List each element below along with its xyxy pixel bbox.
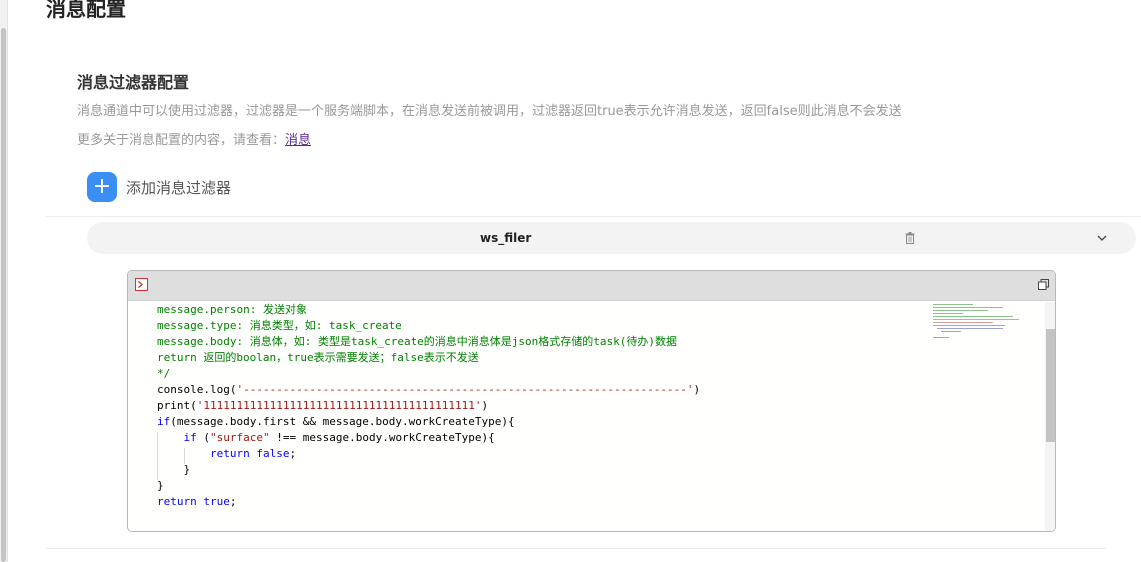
minimap-line bbox=[937, 328, 1003, 329]
editor-scrollbar[interactable] bbox=[1045, 302, 1055, 531]
message-doc-link[interactable]: 消息 bbox=[285, 133, 311, 148]
more-info-prefix: 更多关于消息配置的内容，请查看： bbox=[77, 133, 286, 148]
code-keyword: if bbox=[183, 431, 197, 444]
trash-icon[interactable] bbox=[905, 232, 915, 244]
code-line: print('111111111111111111111111111111111… bbox=[157, 398, 488, 414]
page-title: 消息配置 bbox=[46, 0, 126, 21]
page-scrollbar-thumb[interactable] bbox=[1, 28, 6, 562]
code-token: !== message.body.workCreateType){ bbox=[269, 431, 495, 444]
restore-window-icon[interactable] bbox=[1038, 279, 1049, 290]
code-token: ( bbox=[196, 431, 210, 444]
code-token: print( bbox=[157, 399, 197, 412]
minimap-line bbox=[933, 337, 949, 338]
code-line: if ("surface" !== message.body.workCreat… bbox=[157, 430, 495, 446]
script-editor[interactable]: message.person: 发送对象 message.type: 消息类型，… bbox=[127, 270, 1056, 532]
code-line: return 返回的boolan，true表示需要发送；false表示不发送 bbox=[157, 351, 479, 364]
filter-item-header[interactable]: ws_filer bbox=[87, 222, 1136, 254]
code-line: message.body: 消息体，如: 类型是task_create的消息中消… bbox=[157, 335, 678, 348]
divider-top bbox=[46, 216, 1141, 217]
code-token: ; bbox=[289, 447, 297, 460]
code-token: (message.body.first && message.body.work… bbox=[170, 415, 515, 428]
code-line: */ bbox=[157, 367, 171, 380]
editor-scrollbar-thumb[interactable] bbox=[1046, 329, 1055, 442]
add-filter-button[interactable]: + 添加消息过滤器 bbox=[87, 172, 231, 202]
minimap-line bbox=[933, 322, 993, 323]
code-token: ) bbox=[693, 383, 701, 396]
code-area[interactable]: message.person: 发送对象 message.type: 消息类型，… bbox=[128, 302, 928, 531]
code-line: message.person: 发送对象 bbox=[157, 303, 307, 316]
minimap-line bbox=[933, 316, 1013, 317]
add-filter-label[interactable]: 添加消息过滤器 bbox=[126, 177, 231, 198]
minimap-line bbox=[933, 310, 988, 311]
code-token: ) bbox=[481, 399, 489, 412]
code-line: console.log('---------------------------… bbox=[157, 382, 700, 398]
minimap-line bbox=[933, 313, 963, 314]
minimap-line bbox=[933, 319, 1019, 320]
code-string: '111111111111111111111111111111111111111… bbox=[196, 399, 482, 412]
minimap-line bbox=[933, 307, 1003, 308]
code-line: } bbox=[157, 479, 164, 492]
code-token: console.log( bbox=[157, 383, 237, 396]
code-line: return false; bbox=[157, 446, 296, 462]
code-keyword: return false bbox=[209, 447, 290, 460]
chevron-down-icon[interactable] bbox=[1096, 232, 1108, 244]
divider-bottom bbox=[46, 548, 1106, 549]
code-line: } bbox=[157, 463, 191, 476]
code-line: return true; bbox=[157, 494, 236, 510]
section-description: 消息通道中可以使用过滤器，过滤器是一个服务端脚本，在消息发送前被调用，过滤器返回… bbox=[77, 104, 902, 119]
minimap-line bbox=[941, 331, 961, 332]
code-line: message.type: 消息类型，如: task_create bbox=[157, 319, 402, 332]
section-title: 消息过滤器配置 bbox=[77, 73, 190, 92]
script-icon[interactable] bbox=[135, 278, 148, 291]
editor-toolbar bbox=[128, 271, 1055, 301]
code-string: '---------------------------------------… bbox=[236, 383, 694, 396]
code-keyword: if bbox=[157, 415, 171, 428]
code-keyword: return true bbox=[157, 495, 230, 508]
code-minimap[interactable] bbox=[933, 304, 1023, 344]
more-info: 更多关于消息配置的内容，请查看：消息 bbox=[77, 131, 311, 151]
minimap-line bbox=[933, 304, 973, 305]
code-string: "surface" bbox=[210, 431, 270, 444]
code-token: ; bbox=[229, 495, 237, 508]
minimap-line bbox=[933, 325, 1005, 326]
filter-name: ws_filer bbox=[480, 231, 532, 245]
plus-icon[interactable]: + bbox=[87, 172, 117, 202]
page-scrollbar[interactable] bbox=[0, 0, 8, 562]
code-line: if(message.body.first && message.body.wo… bbox=[157, 414, 515, 430]
